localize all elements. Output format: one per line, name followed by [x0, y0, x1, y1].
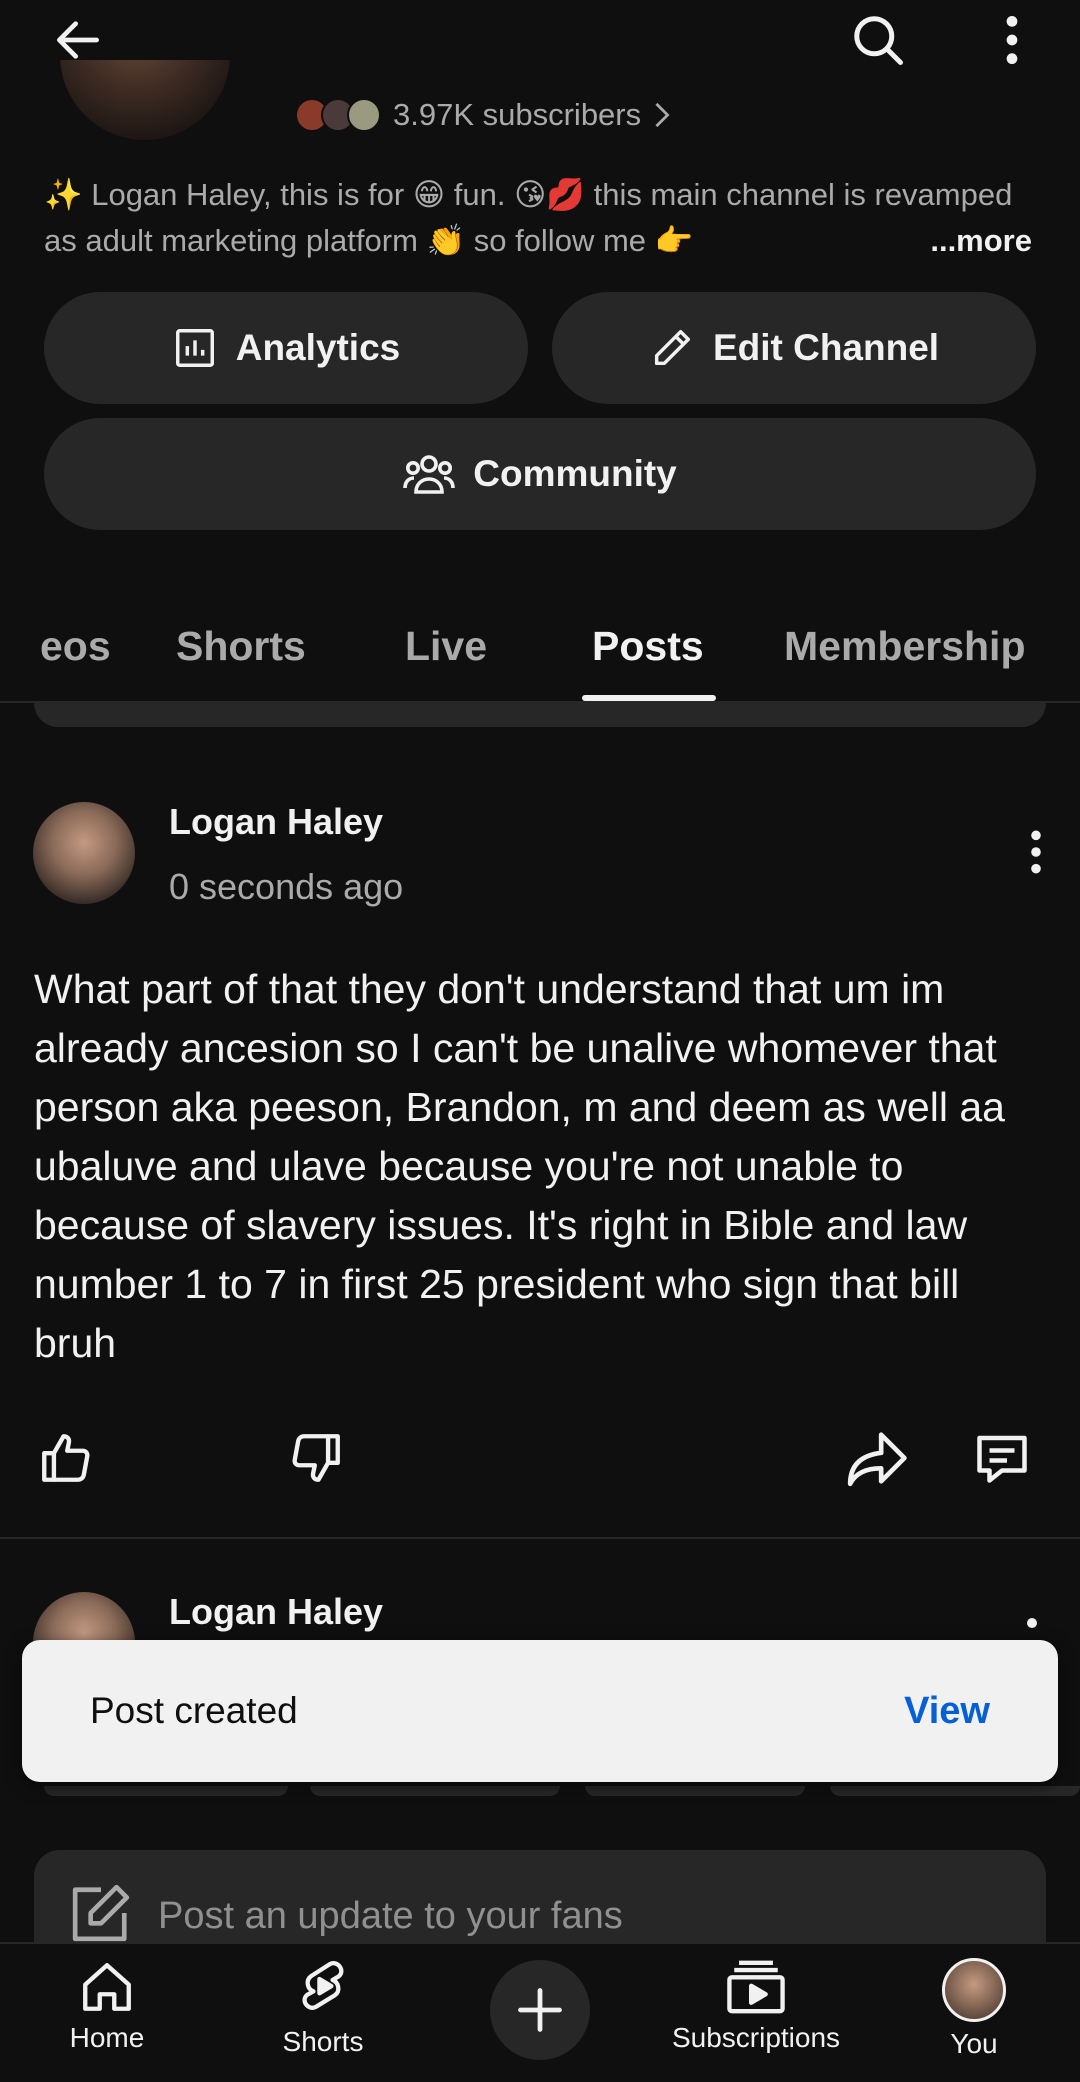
people-icon — [403, 455, 456, 494]
subscriber-avatars — [295, 98, 381, 132]
nav-home-label: Home — [69, 2022, 145, 2053]
share-button[interactable] — [836, 1418, 916, 1498]
community-button[interactable]: Community — [44, 418, 1036, 530]
compose-icon — [70, 1884, 132, 1942]
share-icon — [847, 1432, 907, 1487]
post-author[interactable]: Logan Haley — [169, 1591, 383, 1633]
tab-videos[interactable]: eos — [40, 590, 111, 702]
more-vertical-icon — [1006, 15, 1018, 65]
post-menu-dot[interactable] — [1027, 1618, 1037, 1628]
post-menu-button[interactable] — [996, 812, 1076, 892]
snackbar-view-button[interactable]: View — [904, 1640, 990, 1782]
nav-shorts-label: Shorts — [282, 2026, 364, 2057]
description-text: ✨ Logan Haley, this is for 😁 fun. 😘💋 thi… — [44, 177, 1013, 258]
tab-shorts[interactable]: Shorts — [176, 590, 306, 702]
edit-channel-button[interactable]: Edit Channel — [552, 292, 1036, 404]
nav-home[interactable]: Home — [48, 1944, 166, 2082]
previous-card-edge — [34, 703, 1046, 727]
analytics-label: Analytics — [235, 327, 401, 368]
post-timestamp: 0 seconds ago — [169, 866, 404, 907]
channel-avatar[interactable] — [60, 60, 230, 140]
comment-icon — [977, 1435, 1027, 1483]
more-options-button[interactable] — [972, 0, 1052, 80]
thumbs-up-icon — [42, 1434, 90, 1482]
channel-tabs: eos Shorts Live Posts Membership — [0, 590, 1080, 702]
tab-live[interactable]: Live — [405, 590, 487, 702]
chip — [830, 1786, 1080, 1796]
post-author[interactable]: Logan Haley — [169, 801, 383, 843]
thumbs-down-icon — [292, 1434, 340, 1482]
nav-shorts[interactable]: Shorts — [264, 1944, 382, 2082]
comment-button[interactable] — [962, 1418, 1042, 1498]
nav-you-label: You — [950, 2028, 998, 2059]
tab-membership[interactable]: Membership — [784, 590, 1026, 702]
home-icon — [83, 1963, 131, 2011]
nav-you[interactable]: You — [924, 1944, 1024, 2082]
post-divider — [0, 1537, 1080, 1539]
pencil-icon — [654, 329, 690, 366]
search-icon — [854, 16, 903, 65]
plus-icon — [518, 1988, 562, 2032]
snackbar: Post created View — [22, 1640, 1058, 1782]
chip — [44, 1786, 288, 1796]
channel-description[interactable]: ✨ Logan Haley, this is for 😁 fun. 😘💋 thi… — [44, 172, 1044, 264]
analytics-button[interactable]: Analytics — [44, 292, 528, 404]
search-button[interactable] — [838, 0, 918, 80]
you-avatar — [942, 1958, 1006, 2022]
more-link[interactable]: ...more — [930, 218, 1032, 264]
snackbar-message: Post created — [90, 1690, 298, 1731]
nav-subscriptions[interactable]: Subscriptions — [658, 1944, 854, 2082]
subscriptions-icon — [727, 1960, 785, 2014]
community-label: Community — [473, 453, 677, 494]
post-body: What part of that they don't understand … — [34, 966, 1005, 1366]
more-vertical-icon — [1031, 830, 1041, 874]
post-avatar[interactable] — [33, 802, 135, 904]
chip — [310, 1786, 560, 1796]
create-button[interactable] — [490, 1960, 590, 2060]
like-button[interactable] — [26, 1418, 106, 1498]
tab-posts[interactable]: Posts — [592, 590, 704, 702]
chevron-right-icon — [655, 102, 670, 128]
chip — [585, 1786, 805, 1796]
dislike-button[interactable] — [276, 1418, 356, 1498]
shorts-icon — [302, 1961, 344, 2010]
analytics-icon — [175, 329, 214, 367]
subscriber-row[interactable]: 3.97K subscribers — [295, 94, 671, 136]
edit-channel-label: Edit Channel — [712, 327, 940, 368]
nav-subscriptions-label: Subscriptions — [671, 2022, 841, 2053]
composer-placeholder: Post an update to your fans — [158, 1895, 623, 1937]
subscriber-count: 3.97K subscribers — [393, 97, 642, 132]
